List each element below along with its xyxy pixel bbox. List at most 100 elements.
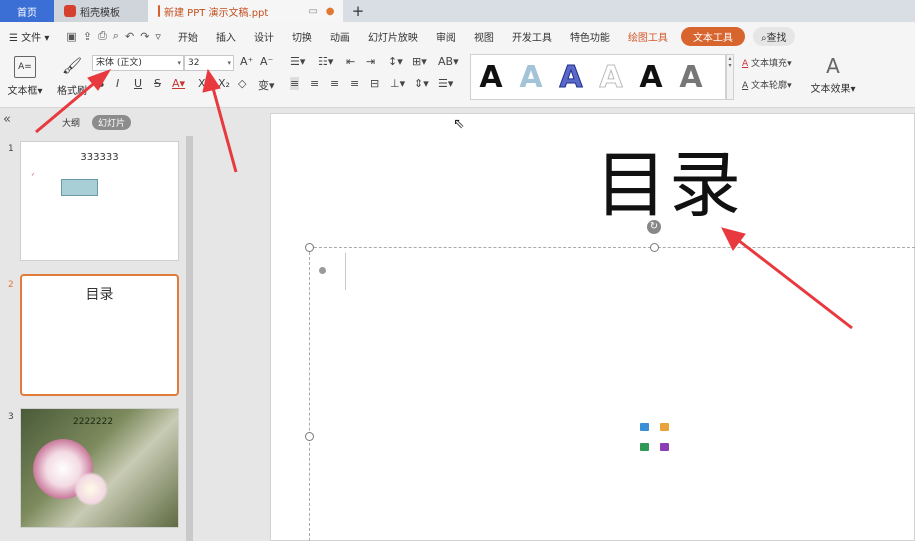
subscript-icon[interactable]: X₂ (218, 77, 230, 90)
collapse-panel-icon[interactable]: « (3, 112, 11, 127)
align-left-icon[interactable]: ≡ (290, 77, 300, 90)
text-outline-icon: A (742, 81, 749, 91)
slide-number: 3 (8, 412, 14, 422)
strikethrough-icon[interactable]: S (154, 77, 161, 90)
phonetic-icon[interactable]: 变▾ (258, 77, 275, 93)
print-preview-icon[interactable]: ⌕ (113, 29, 119, 43)
chevron-down-icon: ▾ (227, 59, 231, 67)
text-effect-icon: A (826, 54, 840, 78)
insert-table-icon[interactable] (640, 443, 649, 451)
menu-item-features[interactable]: 特色功能 (561, 29, 619, 44)
file-menu[interactable]: ☰ 文件 ▾ (0, 29, 58, 44)
text-caret (345, 253, 346, 290)
vertical-align-icon[interactable]: ⊥▾ (390, 77, 405, 90)
insert-picture-icon[interactable] (640, 423, 649, 431)
menu-item-text-tools[interactable]: 文本工具 (680, 26, 745, 46)
menu-item-home[interactable]: 开始 (169, 29, 207, 44)
italic-icon[interactable]: I (116, 77, 119, 90)
font-color-icon[interactable]: A▾ (172, 77, 185, 90)
menu-item-developer[interactable]: 开发工具 (503, 29, 561, 44)
distribute-icon[interactable]: ⊟ (370, 77, 379, 90)
grow-font-icon[interactable]: A⁺ (240, 55, 253, 68)
menu-item-drawing-tools[interactable]: 绘图工具 (619, 29, 677, 44)
mouse-pointer-icon: ⇖ (453, 116, 465, 132)
slide-title[interactable]: 目录 (595, 145, 743, 225)
tab-bar: 首页 稻壳模板 新建 PPT 演示文稿.ppt ▭ ● + (0, 0, 915, 22)
rotate-handle-icon[interactable]: ↻ (647, 220, 661, 234)
bullet-list-icon[interactable]: ☰▾ (290, 55, 305, 68)
slide-thumbnail-3[interactable]: 2222222 (20, 408, 179, 528)
art-style-6[interactable]: A (671, 60, 711, 95)
text-direction-icon[interactable]: AB▾ (438, 55, 459, 68)
resize-handle[interactable] (650, 243, 659, 252)
tab-slides[interactable]: 幻灯片 (92, 115, 132, 130)
align-right-icon[interactable]: ≡ (330, 77, 339, 90)
resize-handle[interactable] (305, 243, 314, 252)
increase-indent-icon[interactable]: ⇥ (366, 55, 375, 68)
docer-icon (64, 5, 76, 17)
ribbon-toolbar: A= 文本框▾ 🖌 格式刷 宋体 (正文) ▾ 32 ▾ A⁺ A⁻ B I U S… (0, 50, 915, 108)
tab-home[interactable]: 首页 (0, 0, 54, 22)
redo-icon[interactable]: ↷ (140, 30, 149, 43)
menu-item-animation[interactable]: 动画 (321, 29, 359, 44)
paragraph-spacing-icon[interactable]: ⇕▾ (414, 77, 429, 90)
tab-templates[interactable]: 稻壳模板 (54, 0, 148, 22)
text-effect-button[interactable]: A 文本效果▾ (808, 54, 858, 95)
art-style-gallery: A A A A A A (470, 54, 726, 100)
slide-thumbnail-1[interactable]: 333333 ✓ (20, 141, 179, 261)
menu-item-review[interactable]: 审阅 (427, 29, 465, 44)
tab-home-label: 首页 (17, 7, 37, 19)
menu-item-design[interactable]: 设计 (245, 29, 283, 44)
text-outline-button[interactable]: A 文本轮廓▾ (742, 78, 792, 91)
bullet-point (319, 267, 326, 274)
art-style-2[interactable]: A (511, 60, 551, 95)
superscript-icon[interactable]: X² (198, 77, 210, 90)
columns-icon[interactable]: ⊞▾ (412, 55, 427, 68)
export-icon[interactable]: ⇪ (83, 30, 92, 43)
art-style-4[interactable]: A (591, 59, 631, 95)
thumb-rectangle (61, 179, 98, 196)
file-menu-label: 文件 (21, 32, 42, 44)
tab-document[interactable]: 新建 PPT 演示文稿.ppt ▭ ● (148, 0, 343, 22)
text-fill-button[interactable]: A 文本填充▾ (742, 56, 792, 69)
content-placeholder[interactable] (309, 247, 915, 541)
menu-item-slideshow[interactable]: 幻灯片放映 (359, 29, 427, 44)
gallery-scroll[interactable]: ▴ ▾ (726, 54, 734, 100)
format-painter-button[interactable]: 🖌 格式刷 (55, 56, 89, 97)
font-name-select[interactable]: 宋体 (正文) ▾ (92, 55, 184, 71)
insert-chart-icon[interactable] (660, 423, 669, 431)
font-size-select[interactable]: 32 ▾ (184, 55, 234, 71)
clear-format-icon[interactable]: ◇ (238, 77, 246, 90)
underline-icon[interactable]: U (134, 77, 142, 90)
shrink-font-icon[interactable]: A⁻ (260, 55, 273, 68)
textbox-button[interactable]: A= 文本框▾ (5, 56, 45, 97)
panel-scrollbar[interactable] (186, 136, 193, 541)
art-style-3[interactable]: A (551, 59, 591, 95)
line-spacing-more-icon[interactable]: ☰▾ (438, 77, 453, 90)
new-tab-button[interactable]: + (343, 0, 373, 22)
art-style-5[interactable]: A (631, 60, 671, 95)
save-icon[interactable]: ▣ (66, 30, 76, 43)
line-spacing-icon[interactable]: ↕▾ (388, 55, 403, 68)
decrease-indent-icon[interactable]: ⇤ (346, 55, 355, 68)
more-icon[interactable]: ▿ (155, 30, 161, 43)
slide-thumbnail-2[interactable]: 目录 (20, 274, 179, 396)
insert-video-icon[interactable] (660, 443, 669, 451)
search-button[interactable]: ⌕查找 (752, 26, 795, 46)
menu-item-transition[interactable]: 切换 (283, 29, 321, 44)
justify-icon[interactable]: ≡ (350, 77, 359, 90)
monitor-icon[interactable]: ▭ (308, 6, 317, 17)
bold-icon[interactable]: B (96, 77, 104, 90)
numbered-list-icon[interactable]: ☷▾ (318, 55, 333, 68)
menu-item-insert[interactable]: 插入 (207, 29, 245, 44)
tab-outline[interactable]: 大纲 (62, 116, 80, 129)
art-style-1[interactable]: A (471, 60, 511, 95)
resize-handle[interactable] (305, 432, 314, 441)
print-icon[interactable]: ⎙ (98, 29, 107, 43)
menu-item-view[interactable]: 视图 (465, 29, 503, 44)
textbox-label: 文本框 (7, 86, 38, 97)
search-label: 查找 (766, 32, 787, 44)
align-center-icon[interactable]: ≡ (310, 77, 319, 90)
font-size-value: 32 (188, 58, 200, 68)
undo-icon[interactable]: ↶ (125, 30, 134, 43)
